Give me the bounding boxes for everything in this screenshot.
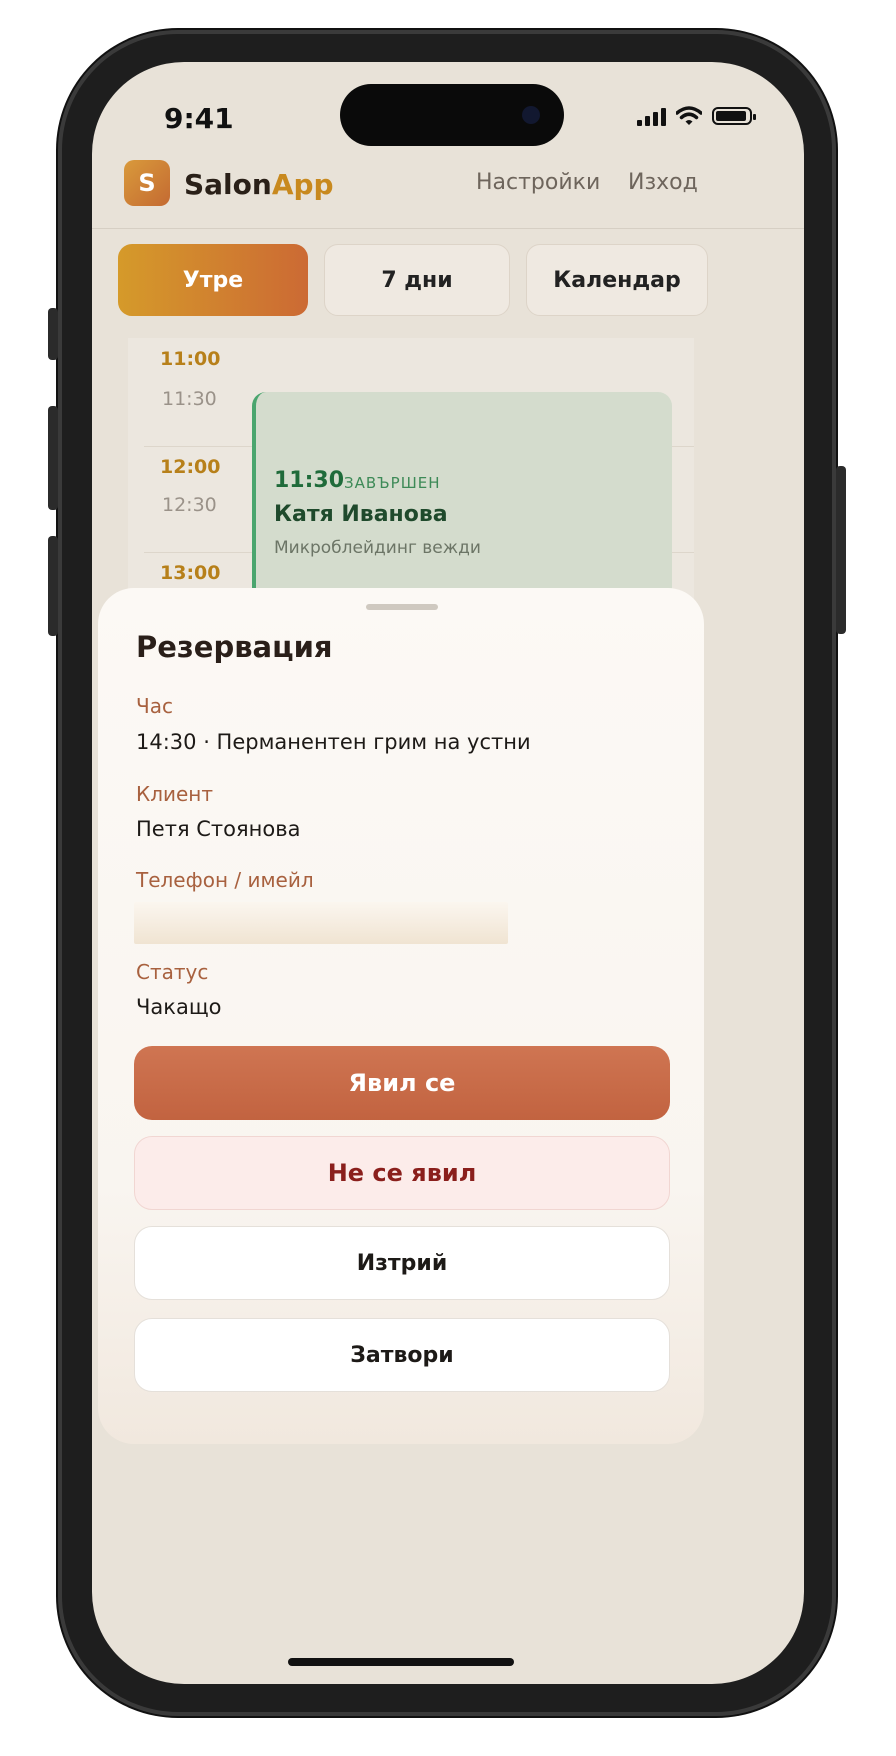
status-icons — [637, 106, 756, 126]
status-field-label: Статус — [136, 960, 209, 984]
sheet-title: Резервация — [136, 630, 333, 664]
logout-link[interactable]: Изход — [628, 170, 698, 195]
client-field-label: Клиент — [136, 782, 214, 806]
volume-up-button — [48, 406, 58, 510]
appointment-client: Катя Иванова — [274, 502, 448, 527]
screen: 9:41 S SalonApp Настройки Изход Утре 7 д… — [92, 62, 804, 1684]
delete-button[interactable]: Изтрий — [134, 1226, 670, 1300]
brand-accent: App — [271, 168, 334, 201]
header-divider — [92, 228, 804, 229]
wifi-icon — [676, 106, 702, 125]
time-label: 11:30 — [162, 388, 217, 410]
arrived-button[interactable]: Явил се — [134, 1046, 670, 1120]
signal-icon — [637, 106, 666, 126]
time-field-label: Час — [136, 694, 173, 718]
volume-down-button — [48, 536, 58, 636]
app-header: S SalonApp Настройки Изход — [92, 158, 804, 236]
no-show-button[interactable]: Не се явил — [134, 1136, 670, 1210]
brand-name: SalonApp — [184, 168, 334, 201]
time-label: 11:00 — [160, 348, 221, 370]
reservation-sheet: Резервация Час 14:30 · Перманентен грим … — [98, 588, 704, 1444]
appointment-status: ЗАВЪРШЕН — [344, 474, 441, 492]
time-label: 12:30 — [162, 494, 217, 516]
app-logo: S — [124, 160, 170, 206]
client-field-value: Петя Стоянова — [136, 817, 301, 841]
time-field-value: 14:30 · Перманентен грим на устни — [136, 730, 531, 754]
status-field-value: Чакащо — [136, 995, 222, 1019]
status-time: 9:41 — [164, 102, 234, 135]
brand-main: Salon — [184, 168, 272, 201]
camera-dot — [522, 106, 540, 124]
contact-field-label: Телефон / имейл — [136, 868, 314, 892]
contact-field-value — [134, 902, 508, 944]
close-button[interactable]: Затвори — [134, 1318, 670, 1392]
appointment-service: Микроблейдинг вежди — [274, 538, 481, 558]
time-label: 13:00 — [160, 562, 221, 584]
sheet-drag-handle[interactable] — [366, 604, 438, 610]
home-indicator[interactable] — [288, 1658, 514, 1666]
tab-tomorrow[interactable]: Утре — [118, 244, 308, 316]
action-button — [48, 308, 58, 360]
dynamic-island — [340, 84, 564, 146]
settings-link[interactable]: Настройки — [476, 170, 600, 195]
power-button — [836, 466, 846, 634]
appointment-time: 11:30 — [274, 468, 345, 493]
battery-icon — [712, 107, 756, 125]
tab-calendar[interactable]: Календар — [526, 244, 708, 316]
time-label: 12:00 — [160, 456, 221, 478]
period-tabs: Утре 7 дни Календар — [118, 244, 780, 316]
tab-7-days[interactable]: 7 дни — [324, 244, 510, 316]
